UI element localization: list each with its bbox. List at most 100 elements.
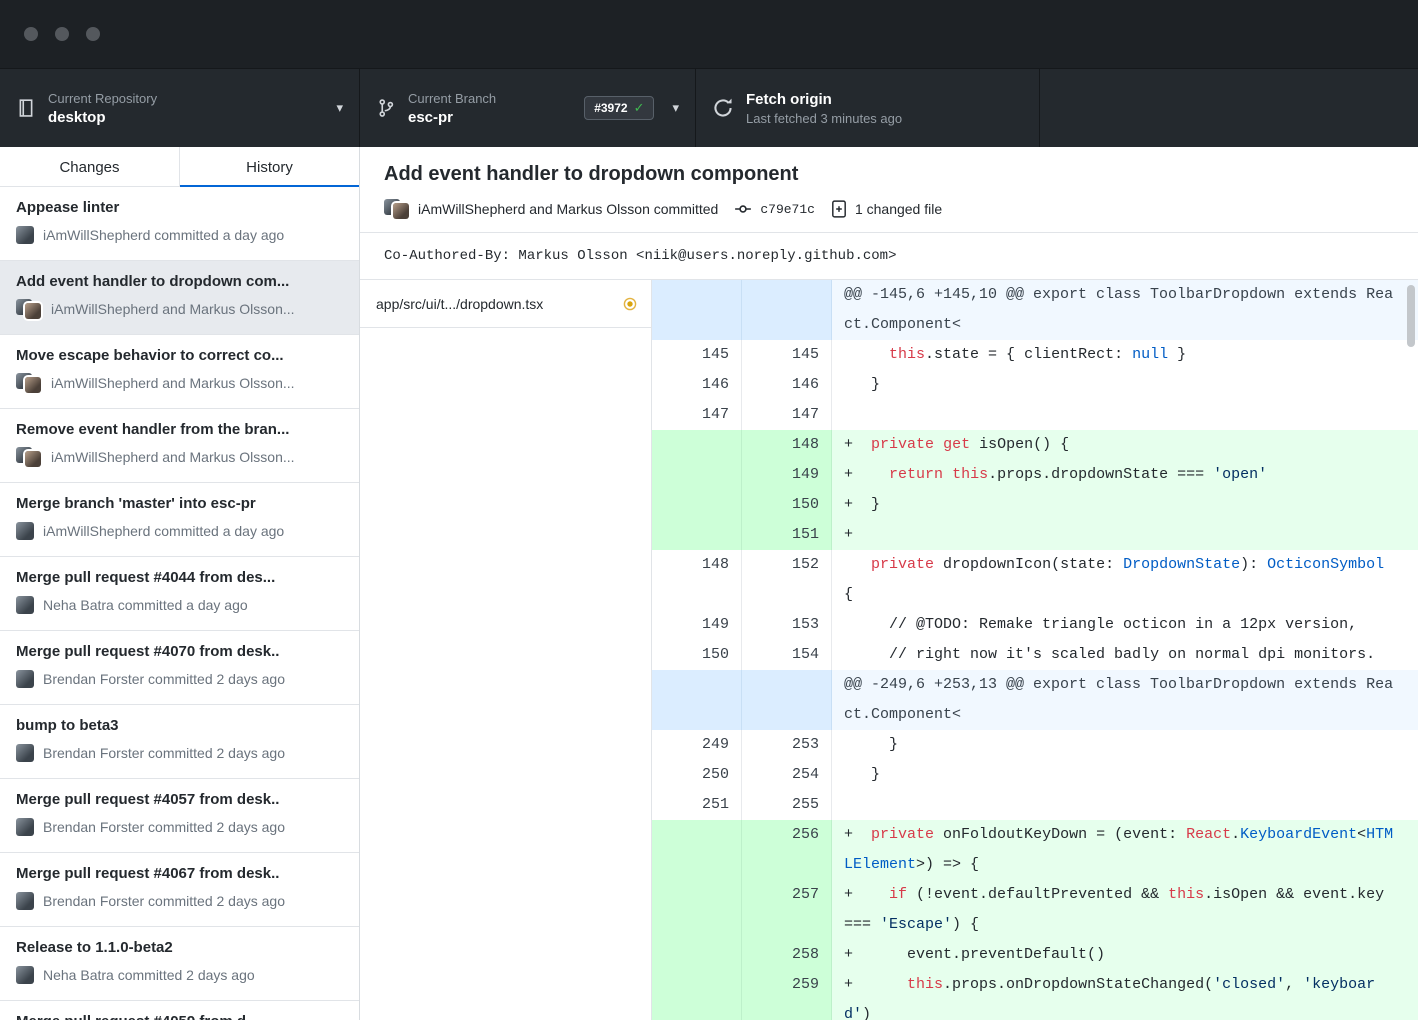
commit-byline: iAmWillShepherd and Markus Olsson... <box>51 449 295 465</box>
diff-view[interactable]: @@ -145,6 +145,10 @@ export class Toolba… <box>652 280 1418 1020</box>
commit-list-item[interactable]: Add event handler to dropdown com... iAm… <box>0 261 359 335</box>
code-line: private dropdownIcon(state: DropdownStat… <box>832 550 1418 610</box>
commit-list-item[interactable]: Merge pull request #4067 from desk.. Bre… <box>0 853 359 927</box>
code-line <box>832 790 1418 820</box>
commit-byline: Neha Batra committed a day ago <box>43 597 248 613</box>
commit-list-item[interactable]: Merge pull request #4070 from desk.. Bre… <box>0 631 359 705</box>
file-list-item[interactable]: app/src/ui/t.../dropdown.tsx <box>360 280 651 328</box>
toolbar-spacer <box>1040 69 1418 147</box>
commit-icon <box>734 200 752 218</box>
branch-icon <box>376 98 396 118</box>
toolbar: Current Repository desktop ▾ Current Bra… <box>0 68 1418 147</box>
new-line-number: 148 <box>742 430 832 460</box>
avatar-stack <box>16 521 34 541</box>
chevron-down-icon: ▾ <box>662 100 679 116</box>
diff-line: 149153 // @TODO: Remake triangle octicon… <box>652 610 1418 640</box>
commit-byline: iAmWillShepherd and Markus Olsson commit… <box>418 201 718 217</box>
code-line: + private onFoldoutKeyDown = (event: Rea… <box>832 820 1418 880</box>
commit-list-item[interactable]: Merge pull request #4059 from d... <box>0 1001 359 1020</box>
avatar-stack <box>16 891 34 911</box>
commit-list-item[interactable]: bump to beta3 Brendan Forster committed … <box>0 705 359 779</box>
branch-label: Current Branch <box>408 91 496 106</box>
commit-meta: iAmWillShepherd and Markus Olsson... <box>16 373 343 393</box>
window-close-button[interactable] <box>24 27 38 41</box>
commit-list-item[interactable]: Release to 1.1.0-beta2 Neha Batra commit… <box>0 927 359 1001</box>
commit-list-item[interactable]: Merge branch 'master' into esc-pr iAmWil… <box>0 483 359 557</box>
commit-meta: Brendan Forster committed 2 days ago <box>16 669 343 689</box>
avatar <box>393 203 409 219</box>
commit-list-item[interactable]: Merge pull request #4057 from desk.. Bre… <box>0 779 359 853</box>
new-line-number: 150 <box>742 490 832 520</box>
diff-line: 150+ } <box>652 490 1418 520</box>
commit-meta: iAmWillShepherd committed a day ago <box>16 225 343 245</box>
repository-selector[interactable]: Current Repository desktop ▾ <box>0 69 360 147</box>
commit-byline: Brendan Forster committed 2 days ago <box>43 893 285 909</box>
scrollbar-thumb[interactable] <box>1407 285 1415 347</box>
diff-line: 148+ private get isOpen() { <box>652 430 1418 460</box>
avatar <box>16 522 34 540</box>
old-line-number <box>652 520 742 550</box>
modified-status-icon <box>623 297 637 311</box>
commit-byline: Brendan Forster committed 2 days ago <box>43 819 285 835</box>
changed-file-icon <box>831 200 847 218</box>
commit-byline: iAmWillShepherd and Markus Olsson... <box>51 301 295 317</box>
code-line: // right now it's scaled badly on normal… <box>832 640 1418 670</box>
commit-title: Merge branch 'master' into esc-pr <box>16 495 343 512</box>
commit-title: Merge pull request #4070 from desk.. <box>16 643 343 660</box>
old-line-number <box>652 970 742 1020</box>
fetch-subtitle: Last fetched 3 minutes ago <box>746 111 902 126</box>
diff-rows: @@ -145,6 +145,10 @@ export class Toolba… <box>652 280 1418 1020</box>
code-line <box>832 400 1418 430</box>
tab-changes[interactable]: Changes <box>0 147 180 187</box>
pr-badge: #3972 ✓ <box>584 96 654 120</box>
app-body: Changes History Appease linter iAmWillSh… <box>0 147 1418 1020</box>
commit-list-item[interactable]: Move escape behavior to correct co... iA… <box>0 335 359 409</box>
commit-list-item[interactable]: Remove event handler from the bran... iA… <box>0 409 359 483</box>
code-line: @@ -249,6 +253,13 @@ export class Toolba… <box>832 670 1418 730</box>
new-line-number: 256 <box>742 820 832 880</box>
avatar <box>16 670 34 688</box>
code-line: } <box>832 760 1418 790</box>
repo-icon <box>16 98 36 118</box>
old-line-number: 150 <box>652 640 742 670</box>
code-line: + this.props.onDropdownStateChanged('clo… <box>832 970 1418 1020</box>
old-line-number <box>652 940 742 970</box>
new-line-number: 259 <box>742 970 832 1020</box>
old-line-number: 148 <box>652 550 742 610</box>
commit-list-item[interactable]: Appease linter iAmWillShepherd committed… <box>0 187 359 261</box>
new-line-number: 147 <box>742 400 832 430</box>
file-list[interactable]: app/src/ui/t.../dropdown.tsx <box>360 280 652 1020</box>
commit-byline: iAmWillShepherd committed a day ago <box>43 227 284 243</box>
old-line-number <box>652 880 742 940</box>
commit-title: Merge pull request #4059 from d... <box>16 1013 343 1020</box>
main-panel: Add event handler to dropdown component … <box>360 147 1418 1020</box>
sync-icon <box>712 97 734 119</box>
new-line-number: 254 <box>742 760 832 790</box>
commit-list[interactable]: Appease linter iAmWillShepherd committed… <box>0 187 359 1020</box>
tab-history[interactable]: History <box>180 147 359 187</box>
avatar <box>16 892 34 910</box>
diff-line: 150154 // right now it's scaled badly on… <box>652 640 1418 670</box>
window-minimize-button[interactable] <box>55 27 69 41</box>
commit-list-item[interactable]: Merge pull request #4044 from des... Neh… <box>0 557 359 631</box>
new-line-number: 253 <box>742 730 832 760</box>
old-line-number <box>652 670 742 730</box>
commit-sha: c79e71c <box>760 202 815 217</box>
old-line-number <box>652 430 742 460</box>
diff-line: 145145 this.state = { clientRect: null } <box>652 340 1418 370</box>
changed-files-count: 1 changed file <box>855 201 942 217</box>
commit-byline: Brendan Forster committed 2 days ago <box>43 671 285 687</box>
old-line-number: 249 <box>652 730 742 760</box>
new-line-number: 258 <box>742 940 832 970</box>
avatar <box>25 451 41 467</box>
commit-title: Merge pull request #4067 from desk.. <box>16 865 343 882</box>
new-line-number: 257 <box>742 880 832 940</box>
window-zoom-button[interactable] <box>86 27 100 41</box>
branch-selector[interactable]: Current Branch esc-pr #3972 ✓ ▾ <box>360 69 696 147</box>
window-controls <box>24 27 100 41</box>
fetch-origin-button[interactable]: Fetch origin Last fetched 3 minutes ago <box>696 69 1040 147</box>
sidebar: Changes History Appease linter iAmWillSh… <box>0 147 360 1020</box>
diff-line: 259+ this.props.onDropdownStateChanged('… <box>652 970 1418 1020</box>
old-line-number <box>652 490 742 520</box>
avatar <box>16 226 34 244</box>
